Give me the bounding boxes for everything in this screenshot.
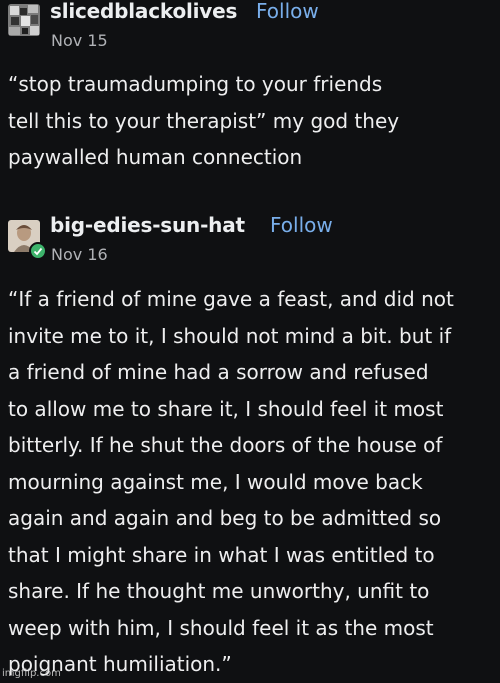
post-2-line: “If a friend of mine gave a feast, and d… xyxy=(8,287,454,311)
post-1-date[interactable]: Nov 15 xyxy=(51,31,108,50)
avatar-image xyxy=(8,4,40,36)
post-2-line: mourning against me, I would move back xyxy=(8,469,423,494)
post-2-line: invite me to it, I should not mind a bit… xyxy=(8,323,452,348)
verified-badge-icon xyxy=(29,242,47,260)
post-2-date[interactable]: Nov 16 xyxy=(51,245,108,264)
post-2-line: that I might share in what I was entitle… xyxy=(8,542,435,567)
post-1-line: “stop traumadumping to your friends xyxy=(8,72,383,96)
post-1-follow-button[interactable]: Follow xyxy=(256,0,319,23)
post-2-body: “If a friend of mine gave a feast, and d… xyxy=(8,281,492,683)
avatar-slicedblackolives[interactable] xyxy=(8,4,40,36)
post-2-line: poignant humiliation.” xyxy=(8,652,232,676)
post-1-line: tell this to your therapist” my god they xyxy=(8,108,400,133)
post-2-follow-button[interactable]: Follow xyxy=(270,213,333,237)
post-2-line: a friend of mine had a sorrow and refuse… xyxy=(8,360,429,384)
watermark: imgflip.com xyxy=(2,668,61,679)
post-1-username[interactable]: slicedblackolives xyxy=(50,0,237,23)
post-2-line: bitterly. If he shut the doors of the ho… xyxy=(8,433,443,457)
post-2-line: share. If he thought me unworthy, unfit … xyxy=(8,579,430,603)
post-1-body: “stop traumadumping to your friends tell… xyxy=(8,66,492,176)
post-2-line: again and again and beg to be admitted s… xyxy=(8,506,442,530)
post-2-username[interactable]: big-edies-sun-hat xyxy=(50,213,245,237)
post-2-line: to allow me to share it, I should feel i… xyxy=(8,396,444,421)
post-1-line: paywalled human connection xyxy=(8,145,303,169)
post-2-line: weep with him, I should feel it as the m… xyxy=(8,615,434,640)
